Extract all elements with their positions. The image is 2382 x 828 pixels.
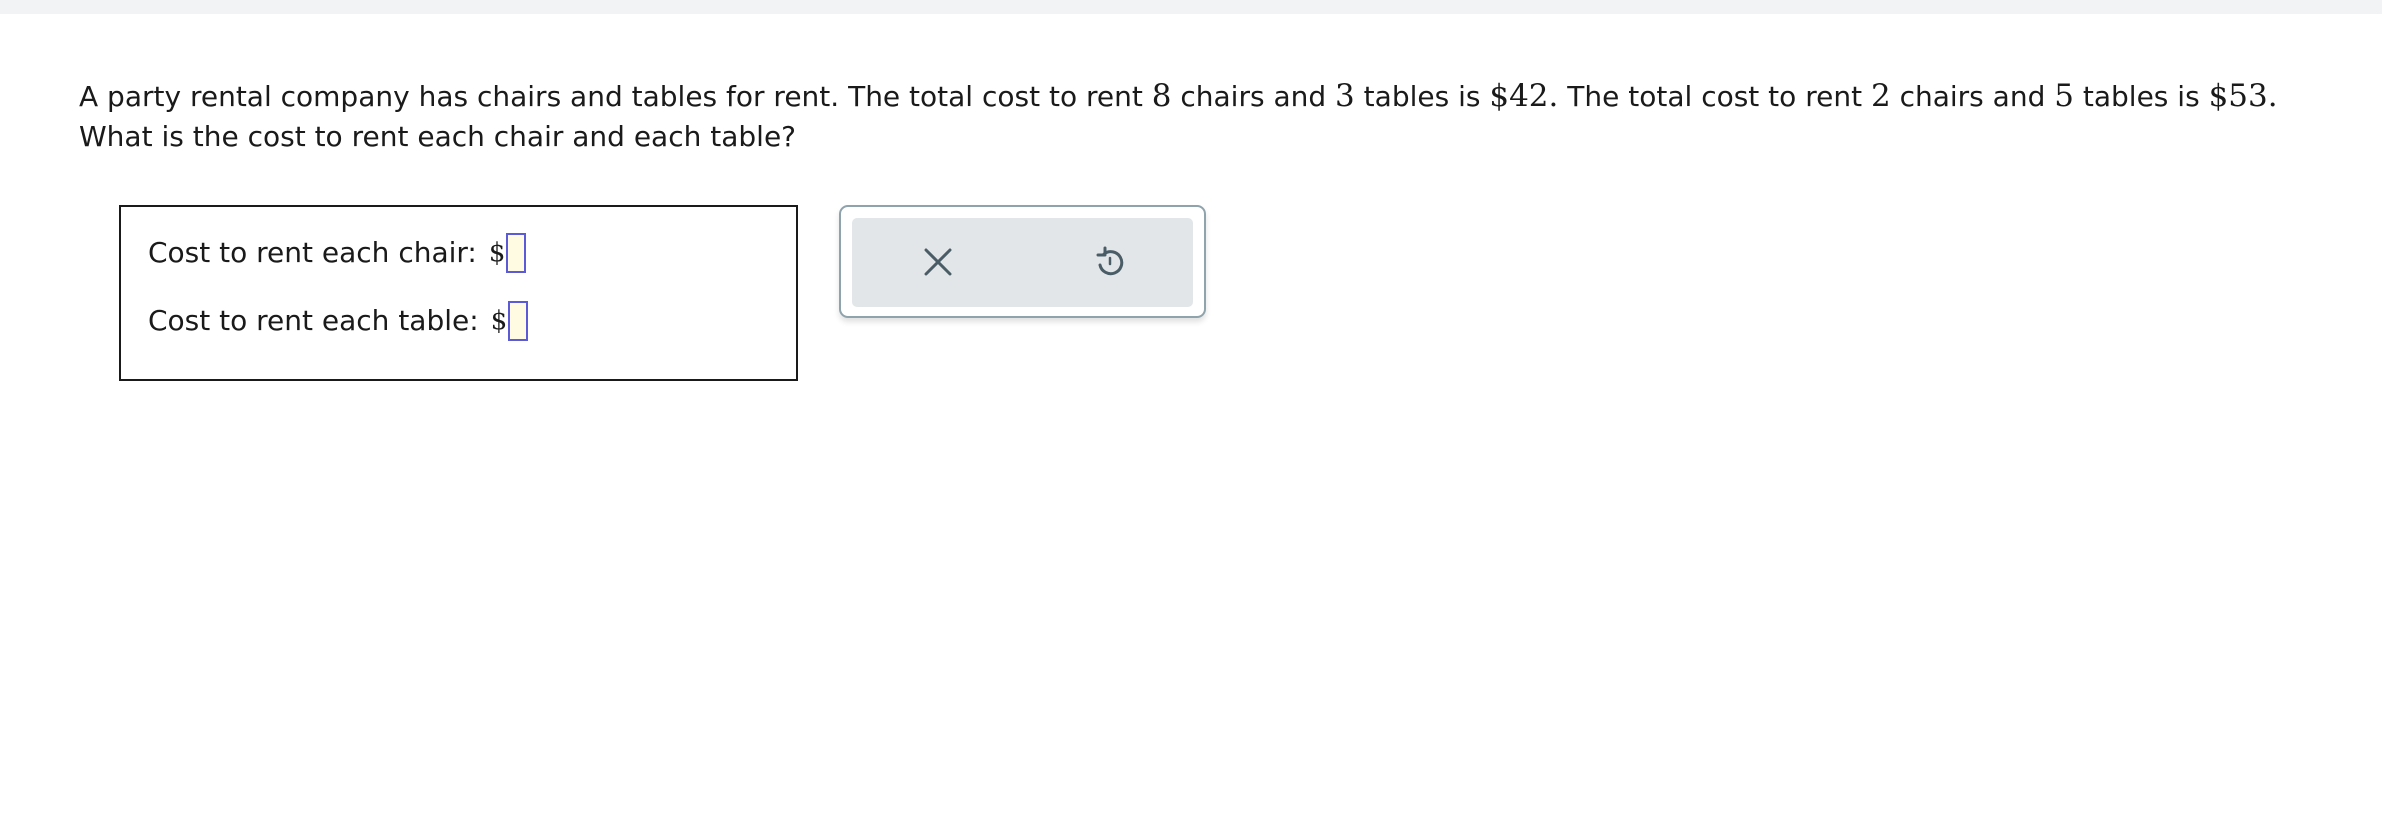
undo-icon — [1096, 246, 1124, 276]
x-icon — [924, 248, 952, 276]
math-chairs-1: 8 — [1151, 78, 1172, 114]
chair-dollar-sign: $ — [488, 238, 506, 268]
table-dollar-sign: $ — [490, 306, 508, 336]
question-part-3: tables is — [1354, 80, 1490, 113]
math-chairs-2: 2 — [1870, 78, 1891, 114]
chair-cost-label: Cost to rent each chair: — [148, 236, 477, 269]
math-tables-2: 5 — [2054, 78, 2074, 114]
question-text: A party rental company has chairs and ta… — [79, 76, 2319, 157]
question-part-5: chairs and — [1890, 80, 2055, 113]
answer-box: Cost to rent each chair: $ Cost to rent … — [119, 205, 798, 381]
answer-tools-bar — [852, 218, 1193, 307]
table-cost-label: Cost to rent each table: — [148, 304, 479, 337]
question-part-6: tables is — [2073, 80, 2209, 113]
question-part-2: chairs and — [1171, 80, 1336, 113]
table-cost-input[interactable] — [508, 301, 529, 341]
undo-button[interactable] — [1080, 232, 1140, 292]
answer-tools-panel — [839, 205, 1206, 318]
question-line-2: What is the cost to rent each chair and … — [79, 120, 797, 153]
math-total-1: $42. — [1489, 78, 1559, 114]
math-tables-1: 3 — [1335, 78, 1355, 114]
table-answer-row: Cost to rent each table: $ — [148, 301, 529, 341]
clear-button[interactable] — [908, 232, 968, 292]
math-total-2: $53. — [2208, 78, 2278, 114]
question-part-4: The total cost to rent — [1558, 80, 1871, 113]
top-bar — [0, 0, 2382, 14]
chair-answer-row: Cost to rent each chair: $ — [148, 233, 527, 273]
question-intro: A party rental company has chairs and ta… — [79, 80, 1152, 113]
chair-cost-input[interactable] — [506, 233, 527, 273]
